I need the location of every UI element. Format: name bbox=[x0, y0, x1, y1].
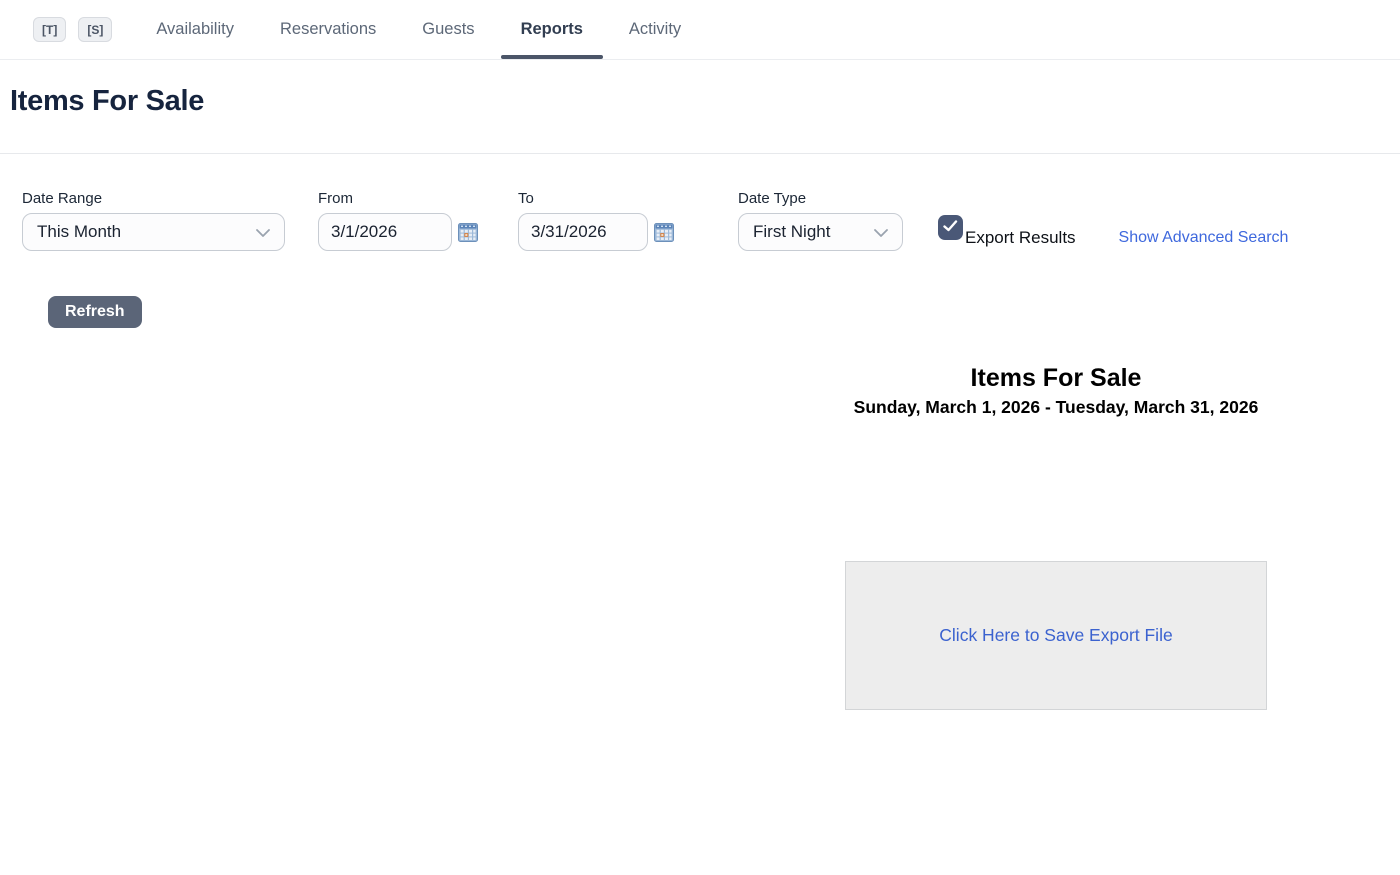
shortcut-badge-s[interactable]: [S] bbox=[78, 17, 112, 42]
shortcut-badge-t[interactable]: [T] bbox=[33, 17, 66, 42]
title-divider bbox=[0, 153, 1400, 154]
to-label: To bbox=[518, 190, 674, 207]
top-navigation: [T] [S] Availability Reservations Guests… bbox=[0, 0, 1400, 60]
from-label: From bbox=[318, 190, 478, 207]
chevron-down-icon bbox=[256, 222, 270, 242]
tab-guests[interactable]: Guests bbox=[402, 0, 494, 59]
from-calendar-button[interactable] bbox=[458, 223, 478, 242]
tab-reservations[interactable]: Reservations bbox=[260, 0, 396, 59]
calendar-icon bbox=[654, 230, 674, 245]
checkmark-icon bbox=[943, 219, 958, 237]
date-type-value: First Night bbox=[753, 222, 830, 242]
tab-activity[interactable]: Activity bbox=[609, 0, 701, 59]
from-date-input[interactable] bbox=[318, 213, 452, 251]
export-results-checkbox[interactable] bbox=[938, 215, 963, 240]
to-date-input[interactable] bbox=[518, 213, 648, 251]
report-title: Items For Sale bbox=[971, 364, 1142, 393]
date-range-group: Date Range This Month bbox=[22, 190, 285, 251]
reports-page: [T] [S] Availability Reservations Guests… bbox=[0, 0, 1400, 875]
export-file-panel: Click Here to Save Export File bbox=[845, 561, 1267, 710]
to-calendar-button[interactable] bbox=[654, 223, 674, 242]
date-type-label: Date Type bbox=[738, 190, 903, 207]
chevron-down-icon bbox=[874, 222, 888, 242]
date-type-select[interactable]: First Night bbox=[738, 213, 903, 251]
report-date-range-subtitle: Sunday, March 1, 2026 - Tuesday, March 3… bbox=[854, 397, 1259, 418]
date-type-group: Date Type First Night bbox=[738, 190, 903, 251]
tab-availability[interactable]: Availability bbox=[136, 0, 254, 59]
show-advanced-search-link[interactable]: Show Advanced Search bbox=[1119, 229, 1289, 247]
export-results-group: Export Results bbox=[938, 215, 1076, 248]
calendar-icon bbox=[458, 230, 478, 245]
nav-tabs: Availability Reservations Guests Reports… bbox=[133, 0, 704, 59]
export-results-label: Export Results bbox=[965, 228, 1076, 248]
page-title: Items For Sale bbox=[10, 85, 204, 118]
refresh-button[interactable]: Refresh bbox=[48, 296, 142, 328]
date-range-select[interactable]: This Month bbox=[22, 213, 285, 251]
to-date-group: To bbox=[518, 190, 674, 251]
tab-reports[interactable]: Reports bbox=[501, 0, 603, 59]
date-range-label: Date Range bbox=[22, 190, 285, 207]
from-date-group: From bbox=[318, 190, 478, 251]
save-export-file-link[interactable]: Click Here to Save Export File bbox=[939, 625, 1172, 646]
filter-bar: Date Range This Month From bbox=[22, 190, 1288, 251]
date-range-value: This Month bbox=[37, 222, 121, 242]
